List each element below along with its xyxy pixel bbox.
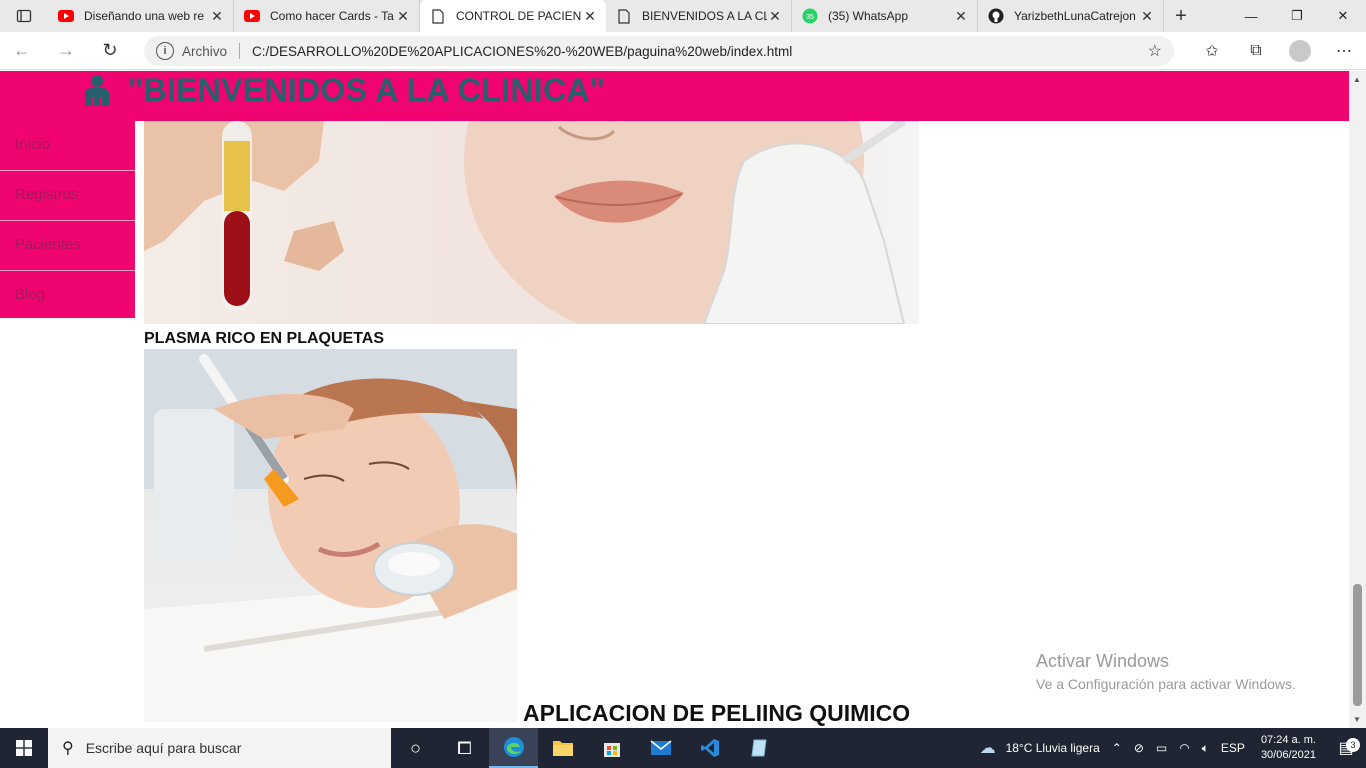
tab-title: Como hacer Cards - Ta [270,9,394,23]
side-navigation: Inicio Registros Pacientes Blog [0,121,135,318]
close-tab-icon[interactable]: ✕ [1139,8,1155,25]
treatment-caption: APLICACION DE PELIING QUIMICO [523,700,911,726]
github-icon [988,8,1004,24]
tab-actions-button[interactable] [0,0,48,32]
volume-icon[interactable]: 🔈︎ [1196,741,1215,756]
page-viewport: PLASMA RICO EN PLAQUETAS APLICACION DE P… [0,71,1366,728]
browser-tab[interactable]: 35 (35) WhatsApp ✕ [792,0,978,32]
browser-tab[interactable]: YarizbethLunaCatrejon ✕ [978,0,1164,32]
person-icon [85,75,109,106]
favorites-icon[interactable]: ✩ [1190,41,1234,61]
nav-item-blog[interactable]: Blog [0,271,135,321]
page-icon [616,8,632,24]
back-icon[interactable]: ← [0,40,44,61]
close-tab-icon[interactable]: ✕ [953,8,969,25]
notification-badge: 3 [1346,738,1360,752]
minimize-icon[interactable]: — [1228,0,1274,32]
battery-icon[interactable]: ▭ [1150,741,1173,755]
nav-item-inicio[interactable]: Inicio [0,121,135,171]
chevron-up-icon[interactable]: ⌃ [1106,741,1128,755]
refresh-icon[interactable]: ↻ [88,40,132,61]
wifi-icon[interactable]: ◠ [1173,741,1195,755]
nav-item-registros[interactable]: Registros [0,171,135,221]
taskbar-search[interactable]: ⚲ Escribe aquí para buscar [48,728,391,768]
weather-text: 18°C Lluvia ligera [1005,741,1100,755]
system-tray: ☁ 18°C Lluvia ligera ⌃ ⊘ ▭ ◠ 🔈︎ ESP 07:2… [974,728,1366,768]
notification-center-button[interactable]: ▤ 3 [1326,738,1366,758]
chemical-peel-image [144,349,517,722]
language-indicator[interactable]: ESP [1215,741,1251,755]
mail-icon[interactable] [636,728,685,768]
browser-tab[interactable]: BIENVENIDOS A LA CL ✕ [606,0,792,32]
origin-label: Archivo [182,43,228,59]
close-tab-icon[interactable]: ✕ [209,8,225,25]
close-tab-icon[interactable]: ✕ [582,8,598,25]
page-icon [430,8,446,24]
collections-icon[interactable]: ⧉ [1234,42,1278,60]
search-placeholder: Escribe aquí para buscar [85,740,242,756]
scroll-up-icon[interactable]: ▲ [1353,75,1361,84]
address-bar: ← → ↻ i Archivo C:/DESARROLLO%20DE%20APL… [0,32,1366,70]
scroll-down-icon[interactable]: ▼ [1353,715,1361,724]
clock-time: 07:24 a. m. [1260,734,1316,746]
clock[interactable]: 07:24 a. m. 30/06/2021 [1251,733,1326,763]
cortana-icon[interactable]: ○ [391,728,440,768]
more-options-icon[interactable]: ⋯ [1322,41,1366,61]
page-title: "BIENVENIDOS A LA CLINICA" [128,72,606,108]
browser-tab-active[interactable]: CONTROL DE PACIENT ✕ [420,0,606,32]
store-icon[interactable] [587,728,636,768]
close-tab-icon[interactable]: ✕ [767,8,783,25]
file-explorer-icon[interactable] [538,728,587,768]
info-icon[interactable]: i [156,42,174,60]
toolbar-icons: ✩ ⧉ ⋯ [1190,32,1366,70]
tab-title: (35) WhatsApp [828,9,909,23]
svg-text:35: 35 [806,14,814,21]
youtube-icon [244,8,260,24]
tab-title: CONTROL DE PACIENT [456,9,582,23]
watermark-title: Activar Windows [1036,651,1170,671]
weather-icon: ☁ [979,740,996,757]
edge-icon[interactable] [489,728,538,768]
whatsapp-icon: 35 [802,8,818,24]
windows-logo-icon [16,740,32,756]
url-text[interactable]: C:/DESARROLLO%20DE%20APLICACIONES%20-%20… [252,44,792,59]
profile-avatar[interactable] [1289,40,1311,62]
clock-date: 30/06/2021 [1260,749,1316,761]
vscode-icon[interactable] [685,728,734,768]
site-header: "BIENVENIDOS A LA CLINICA" [0,71,1349,121]
new-tab-button[interactable]: + [1164,0,1198,32]
task-view-icon[interactable]: ⧠ [440,728,489,768]
activation-watermark: Activar Windows Ve a Configuración para … [1036,651,1296,692]
browser-tab-bar: Diseñando una web re ✕ Como hacer Cards … [0,0,1366,32]
plasma-treatment-image [144,121,919,324]
browser-tab[interactable]: Como hacer Cards - Ta ✕ [234,0,420,32]
maximize-icon[interactable]: ❐ [1274,0,1320,32]
search-icon: ⚲ [62,740,74,757]
tab-title: Diseñando una web re [84,9,205,23]
tab-actions-icon [16,9,32,23]
close-window-icon[interactable]: ✕ [1320,0,1366,32]
window-controls: — ❐ ✕ [1228,0,1366,32]
tab-title: BIENVENIDOS A LA CL [642,9,767,23]
notepad-app-icon[interactable] [734,728,783,768]
divider [239,43,241,59]
nav-item-pacientes[interactable]: Pacientes [0,221,135,271]
close-tab-icon[interactable]: ✕ [395,8,411,25]
weather-widget[interactable]: ☁ 18°C Lluvia ligera [974,738,1106,758]
scrollbar-thumb[interactable] [1353,584,1362,706]
watermark-subtitle: Ve a Configuración para activar Windows. [1036,676,1296,692]
url-field[interactable]: i Archivo C:/DESARROLLO%20DE%20APLICACIO… [144,36,1174,66]
browser-tab[interactable]: Diseñando una web re ✕ [48,0,234,32]
forward-icon[interactable]: → [44,40,88,61]
treatment-caption: PLASMA RICO EN PLAQUETAS [144,330,385,347]
vertical-scrollbar[interactable]: ▲ ▼ [1349,71,1366,728]
network-error-icon[interactable]: ⊘ [1128,741,1150,755]
add-favorite-icon[interactable]: ☆ [1148,41,1162,61]
taskbar: ⚲ Escribe aquí para buscar ○ ⧠ ☁ 18°C Ll… [0,728,1366,768]
start-button[interactable] [0,728,48,768]
youtube-icon [58,8,74,24]
tab-title: YarizbethLunaCatrejon [1014,9,1136,23]
